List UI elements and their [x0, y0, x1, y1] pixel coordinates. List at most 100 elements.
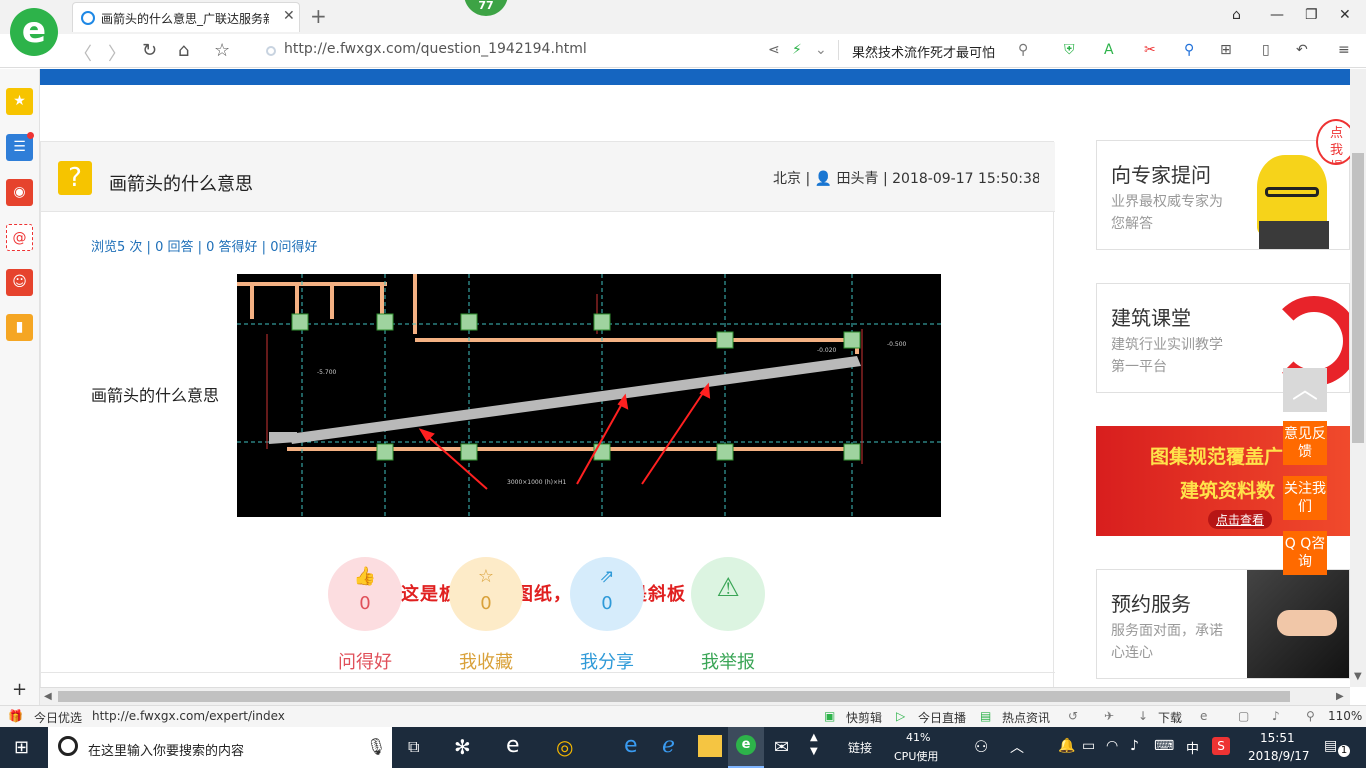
- hot-news-link[interactable]: 热点资讯: [1002, 709, 1050, 726]
- home-button[interactable]: ⌂: [178, 40, 189, 61]
- lightning-icon[interactable]: ⚡: [792, 42, 802, 58]
- weibo-icon[interactable]: ◉: [6, 179, 33, 206]
- favorites-star-icon[interactable]: ★: [6, 88, 33, 115]
- file-explorer-icon[interactable]: [698, 735, 722, 757]
- zoom-level[interactable]: 110%: [1328, 709, 1362, 723]
- ie-icon[interactable]: ℯ: [662, 733, 675, 758]
- mascot-glasses: [1265, 187, 1319, 197]
- volume-icon[interactable]: ♪: [1272, 709, 1280, 723]
- horizontal-scroll-thumb[interactable]: [58, 691, 1290, 702]
- share-button[interactable]: ⇗ 0: [570, 557, 644, 631]
- edge-legacy-icon[interactable]: e: [506, 733, 520, 758]
- url-text[interactable]: http://e.fwxgx.com/question_1942194.html: [284, 41, 587, 57]
- edge-icon[interactable]: e: [624, 733, 638, 758]
- wifi-icon[interactable]: ◠: [1106, 738, 1118, 754]
- search-icon[interactable]: ⚲: [1018, 42, 1028, 58]
- forward-button[interactable]: 〉: [108, 40, 126, 66]
- qq-consult-button[interactable]: Q Q咨询: [1283, 531, 1327, 575]
- share-icon: ⇗: [599, 566, 615, 587]
- refresh-button[interactable]: ↻: [142, 40, 157, 61]
- email-icon[interactable]: @: [6, 224, 33, 251]
- game-icon[interactable]: ☺: [6, 269, 33, 296]
- taskbar-scroll-icon[interactable]: ▲ ▼: [810, 731, 818, 759]
- scissors-icon[interactable]: ✂: [1144, 42, 1156, 58]
- shield-icon[interactable]: ⛨: [1064, 42, 1075, 58]
- tablet-icon[interactable]: ▯: [1262, 42, 1270, 58]
- divider: [41, 672, 1055, 673]
- browser-tab[interactable]: 画箭头的什么意思_广联达服务新 ✕: [72, 2, 300, 32]
- chevron-down-icon[interactable]: ⌄: [815, 42, 827, 58]
- ime-indicator[interactable]: 中: [1186, 738, 1199, 757]
- banner-view-button[interactable]: 点击查看: [1208, 510, 1273, 529]
- search-box[interactable]: 果然技术流作死才最可怕: [852, 42, 995, 61]
- link-label[interactable]: 链接: [848, 739, 872, 756]
- feedback-button[interactable]: 意见反馈: [1283, 421, 1327, 465]
- menu-icon[interactable]: ≡: [1338, 42, 1350, 58]
- sogou-ime-icon[interactable]: S: [1212, 737, 1230, 755]
- book-service-card[interactable]: 预约服务 服务面对面，承诺心连心: [1096, 569, 1350, 679]
- apps-icon[interactable]: ⊞: [1220, 42, 1232, 58]
- scroll-down-arrow-icon[interactable]: ▼: [1354, 671, 1362, 682]
- taskbar-search-box[interactable]: 在这里输入你要搜索的内容 🎙: [48, 727, 392, 768]
- people-icon[interactable]: ⚇: [974, 737, 988, 756]
- cad-section-drawing-image[interactable]: -5.700 -0.020 3000×1000 (h)×H1 -0.500: [237, 274, 941, 517]
- microphone-icon[interactable]: 🎙: [366, 737, 386, 756]
- clock-date[interactable]: 2018/9/17: [1248, 749, 1310, 763]
- close-tab-icon[interactable]: ✕: [283, 8, 295, 24]
- refresh-icon[interactable]: ↺: [1068, 709, 1078, 723]
- back-to-top-button[interactable]: ︿: [1283, 368, 1327, 412]
- ask-expert-card[interactable]: 向专家提问 业界最权威专家为您解答: [1096, 140, 1350, 250]
- windows-start-icon[interactable]: ⊞: [14, 737, 29, 758]
- today-picks-link[interactable]: 今日优选: [34, 709, 82, 726]
- favorite-label[interactable]: 我收藏: [436, 648, 536, 674]
- report-label[interactable]: 我举报: [678, 648, 778, 674]
- share-icon[interactable]: ⋖: [768, 42, 780, 58]
- horizontal-scrollbar[interactable]: ◀ ▶: [40, 687, 1350, 705]
- notebook-icon[interactable]: ▮: [6, 314, 33, 341]
- report-button[interactable]: ⚠: [691, 557, 765, 631]
- favorite-count: 0: [480, 593, 492, 614]
- add-icon[interactable]: +: [12, 679, 27, 700]
- scroll-right-arrow-icon[interactable]: ▶: [1336, 691, 1344, 702]
- active-browser-button[interactable]: e: [728, 727, 764, 768]
- mail-icon[interactable]: ✉: [774, 737, 789, 758]
- good-question-label[interactable]: 问得好: [315, 648, 415, 674]
- volume-icon[interactable]: ♪: [1130, 738, 1139, 754]
- scroll-left-arrow-icon[interactable]: ◀: [44, 691, 52, 702]
- tray-chevron-icon[interactable]: ︿: [1010, 737, 1024, 757]
- undo-icon[interactable]: ↶: [1296, 42, 1308, 58]
- magnifier-icon[interactable]: ⚲: [1184, 42, 1194, 58]
- quick-clip-link[interactable]: 快剪辑: [846, 709, 882, 726]
- favorite-button[interactable]: ☆ 0: [449, 557, 523, 631]
- follow-us-button[interactable]: 关注我们: [1283, 476, 1327, 520]
- keyboard-icon[interactable]: ⌨: [1154, 738, 1174, 754]
- browser-app-icon[interactable]: ◎: [556, 735, 573, 759]
- action-center-icon[interactable]: ▤: [1324, 738, 1337, 754]
- ask-bubble[interactable]: 点我提问: [1316, 119, 1350, 165]
- author-name[interactable]: 田头青: [837, 171, 879, 187]
- back-button[interactable]: 〈: [74, 40, 92, 66]
- browser-logo-icon[interactable]: e: [10, 8, 58, 56]
- translate-icon[interactable]: A: [1104, 42, 1114, 58]
- vertical-scrollbar[interactable]: ▼: [1350, 69, 1366, 687]
- clock-time[interactable]: 15:51: [1260, 731, 1295, 745]
- share-label[interactable]: 我分享: [557, 648, 657, 674]
- notification-badge[interactable]: 77: [464, 0, 508, 16]
- today-live-link[interactable]: 今日直播: [918, 709, 966, 726]
- new-tab-button[interactable]: +: [310, 4, 327, 28]
- close-window-button[interactable]: ✕: [1339, 7, 1351, 23]
- download-link[interactable]: 下载: [1158, 709, 1182, 726]
- task-view-icon[interactable]: ⧉: [408, 737, 419, 757]
- shirt-icon[interactable]: ⌂: [1232, 7, 1241, 23]
- battery-icon[interactable]: ▭: [1082, 738, 1095, 754]
- vertical-scroll-thumb[interactable]: [1352, 153, 1364, 443]
- window-icon[interactable]: ▢: [1238, 709, 1249, 723]
- minimize-button[interactable]: —: [1270, 7, 1284, 23]
- ie-icon[interactable]: e: [1200, 709, 1207, 723]
- pin-icon[interactable]: ✈: [1104, 709, 1114, 723]
- fan-app-icon[interactable]: ✻: [454, 735, 471, 759]
- bookmark-star-button[interactable]: ☆: [214, 40, 230, 61]
- bell-icon[interactable]: 🔔: [1058, 738, 1075, 754]
- good-question-button[interactable]: 👍 0: [328, 557, 402, 631]
- restore-button[interactable]: ❐: [1305, 7, 1318, 23]
